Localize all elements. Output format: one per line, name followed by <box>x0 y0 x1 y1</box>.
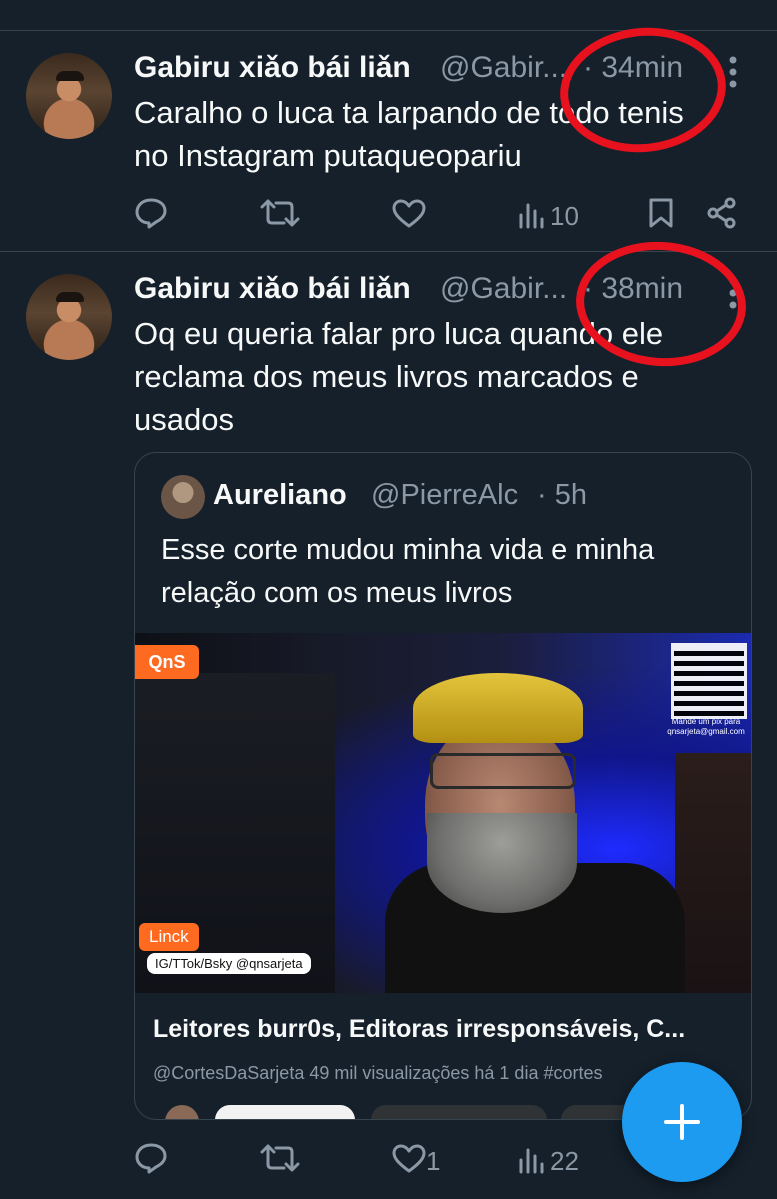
tweet-text: Caralho o luca ta larpando de todo tenis… <box>134 91 754 177</box>
top-partial-action-row: 11 <box>134 0 734 6</box>
person-glasses <box>430 753 576 789</box>
views-icon[interactable] <box>518 1146 546 1174</box>
timestamp[interactable]: · 34min <box>583 51 683 85</box>
bookshelf <box>675 753 751 993</box>
person-beard <box>427 813 577 913</box>
views-icon[interactable] <box>518 201 546 229</box>
like-icon[interactable] <box>392 199 426 229</box>
plus-icon <box>662 1102 702 1142</box>
retweet-icon[interactable] <box>264 0 298 6</box>
chip[interactable] <box>371 1105 547 1119</box>
quoted-text: Esse corte mudou minha vida e minha rela… <box>161 529 741 615</box>
retweet-icon[interactable] <box>260 1142 300 1174</box>
quoted-text-line: relação com os meus livros <box>161 577 513 609</box>
quoted-tweet-card[interactable]: Aureliano @PierreAlc · 5h Esse corte mud… <box>134 452 752 1120</box>
more-icon[interactable] <box>726 55 740 89</box>
tweet[interactable]: Gabiru xiǎo bái liǎn @Gabir... · 34min C… <box>0 31 777 251</box>
tweet-text-line: usados <box>134 402 234 437</box>
views-count: 22 <box>550 1146 579 1176</box>
timestamp[interactable]: · 38min <box>583 272 683 306</box>
more-icon[interactable] <box>726 276 740 310</box>
like-icon[interactable] <box>392 1144 426 1174</box>
avatar[interactable] <box>26 53 112 139</box>
channel-avatar <box>165 1105 199 1119</box>
like-icon[interactable] <box>394 0 424 6</box>
video-thumbnail[interactable]: QnS Mande um pix para qnsarjeta@gmail.co… <box>135 633 751 993</box>
retweet-icon[interactable] <box>260 197 300 229</box>
tweet-text-line: Oq eu queria falar pro luca quando ele <box>134 316 664 351</box>
bookmark-icon[interactable] <box>648 197 674 229</box>
quoted-timestamp[interactable]: · 5h <box>537 479 587 512</box>
linck-badge: Linck <box>139 923 199 951</box>
reply-icon[interactable] <box>134 197 168 229</box>
video-meta: @CortesDaSarjeta 49 mil visualizações há… <box>153 1063 603 1083</box>
quoted-author-handle[interactable]: @PierreAlc <box>371 479 518 512</box>
qr-code <box>671 643 747 719</box>
author-handle[interactable]: @Gabir... <box>440 272 567 306</box>
compose-button[interactable] <box>622 1062 742 1182</box>
reply-icon[interactable] <box>134 1142 168 1174</box>
quoted-text-line: Esse corte mudou minha vida e minha <box>161 534 655 566</box>
author-name[interactable]: Gabiru xiǎo bái liǎn <box>134 272 411 306</box>
reply-icon[interactable] <box>134 0 164 6</box>
person-cap <box>413 673 583 743</box>
tweet-text-line: Caralho o luca ta larpando de todo tenis <box>134 95 684 130</box>
avatar[interactable] <box>26 274 112 360</box>
qr-caption: Mande um pix para qnsarjeta@gmail.com <box>667 717 745 736</box>
quoted-author-name[interactable]: Aureliano <box>213 479 347 512</box>
author-name[interactable]: Gabiru xiǎo bái liǎn <box>134 51 411 85</box>
share-icon[interactable] <box>706 197 738 229</box>
author-handle[interactable]: @Gabir... <box>440 51 567 85</box>
chip[interactable] <box>215 1105 355 1119</box>
like-count: 1 <box>426 1146 441 1176</box>
views-count: 11 <box>524 0 551 1</box>
social-tag: IG/TTok/Bsky @qnsarjeta <box>147 953 311 974</box>
tweet-text-line: no Instagram putaqueopariu <box>134 138 522 173</box>
channel-logo: QnS <box>135 645 199 679</box>
video-title[interactable]: Leitores burr0s, Editoras irresponsáveis… <box>153 1015 685 1044</box>
tweet-text: Oq eu queria falar pro luca quando ele r… <box>134 312 754 441</box>
quoted-avatar[interactable] <box>161 475 205 519</box>
views-count: 10 <box>550 201 579 231</box>
tweet-text-line: reclama dos meus livros marcados e <box>134 359 639 394</box>
